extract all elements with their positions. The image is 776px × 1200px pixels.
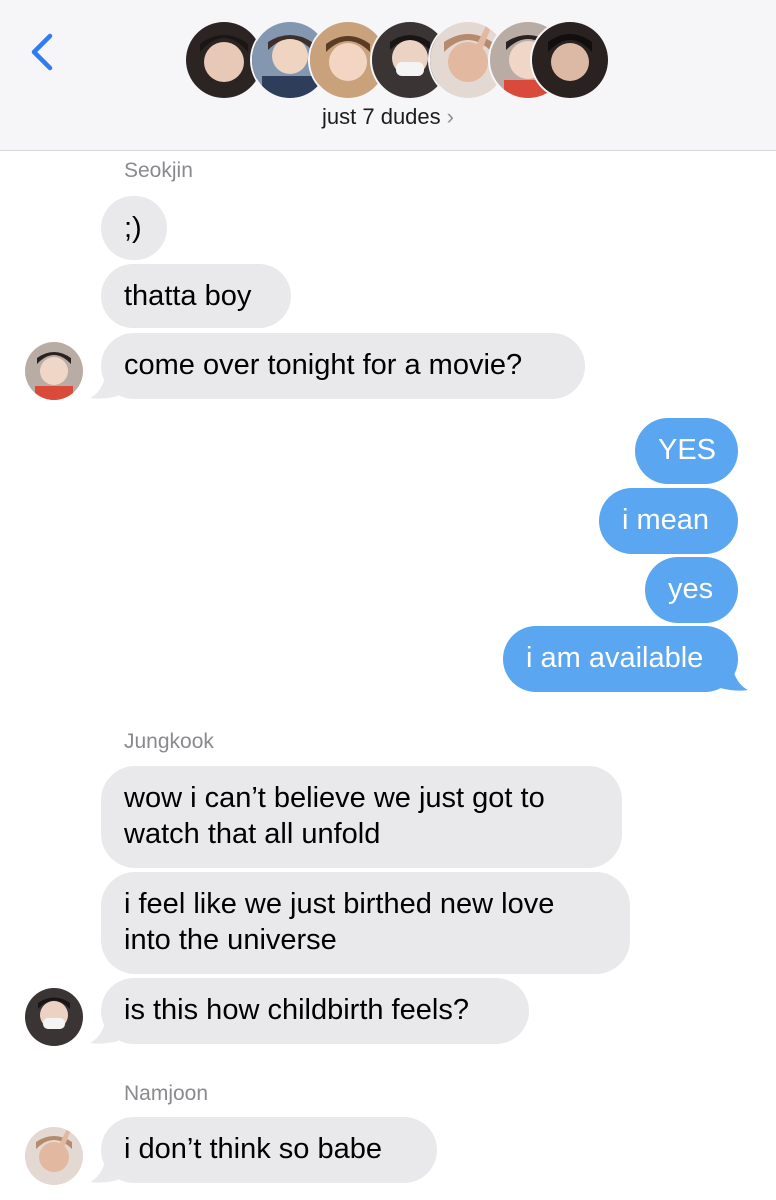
group-name[interactable]: just 7 dudes › xyxy=(0,104,776,130)
bubble-tail xyxy=(90,1015,118,1044)
message-text: wow i can’t believe we just got to watch… xyxy=(124,782,545,850)
message-bubble[interactable]: i am available xyxy=(503,626,738,692)
avatar[interactable] xyxy=(25,988,83,1046)
sender-name: Namjoon xyxy=(124,1082,209,1105)
message-text: i don’t think so babe xyxy=(124,1133,382,1165)
message-text: come over tonight for a movie? xyxy=(124,349,523,381)
message-bubble[interactable]: i mean xyxy=(599,488,738,554)
back-chevron-icon[interactable] xyxy=(28,30,58,74)
message-bubble[interactable]: i don’t think so babe xyxy=(101,1117,437,1183)
message-bubble[interactable]: i feel like we just birthed new love int… xyxy=(101,872,630,974)
message-bubble[interactable]: ;) xyxy=(101,196,167,260)
chevron-right-icon: › xyxy=(446,104,454,129)
message-bubble[interactable]: come over tonight for a movie? xyxy=(101,333,585,399)
conversation-header: just 7 dudes › xyxy=(0,0,776,151)
message-text: i feel like we just birthed new love int… xyxy=(124,888,555,956)
message-bubble[interactable]: wow i can’t believe we just got to watch… xyxy=(101,766,622,868)
message-bubble[interactable]: yes xyxy=(645,557,738,623)
avatar[interactable] xyxy=(25,1127,83,1185)
bubble-tail xyxy=(90,1154,118,1183)
sender-name: Jungkook xyxy=(124,730,214,753)
message-text: i mean xyxy=(622,504,710,536)
bubble-tail xyxy=(720,662,748,691)
message-text: i am available xyxy=(526,642,704,674)
sender-name: Seokjin xyxy=(124,159,193,182)
message-bubble[interactable]: thatta boy xyxy=(101,264,291,328)
message-text: is this how childbirth feels? xyxy=(124,994,469,1026)
message-text: yes xyxy=(668,573,714,605)
message-text: thatta boy xyxy=(124,280,252,312)
avatar[interactable] xyxy=(25,342,83,400)
message-text: YES xyxy=(658,434,717,466)
bubble-tail xyxy=(90,370,118,399)
message-text: ;) xyxy=(124,212,142,244)
member-avatar xyxy=(530,20,610,100)
message-bubble[interactable]: YES xyxy=(635,418,738,484)
message-bubble[interactable]: is this how childbirth feels? xyxy=(101,978,529,1044)
group-name-label[interactable]: just 7 dudes xyxy=(322,104,441,129)
